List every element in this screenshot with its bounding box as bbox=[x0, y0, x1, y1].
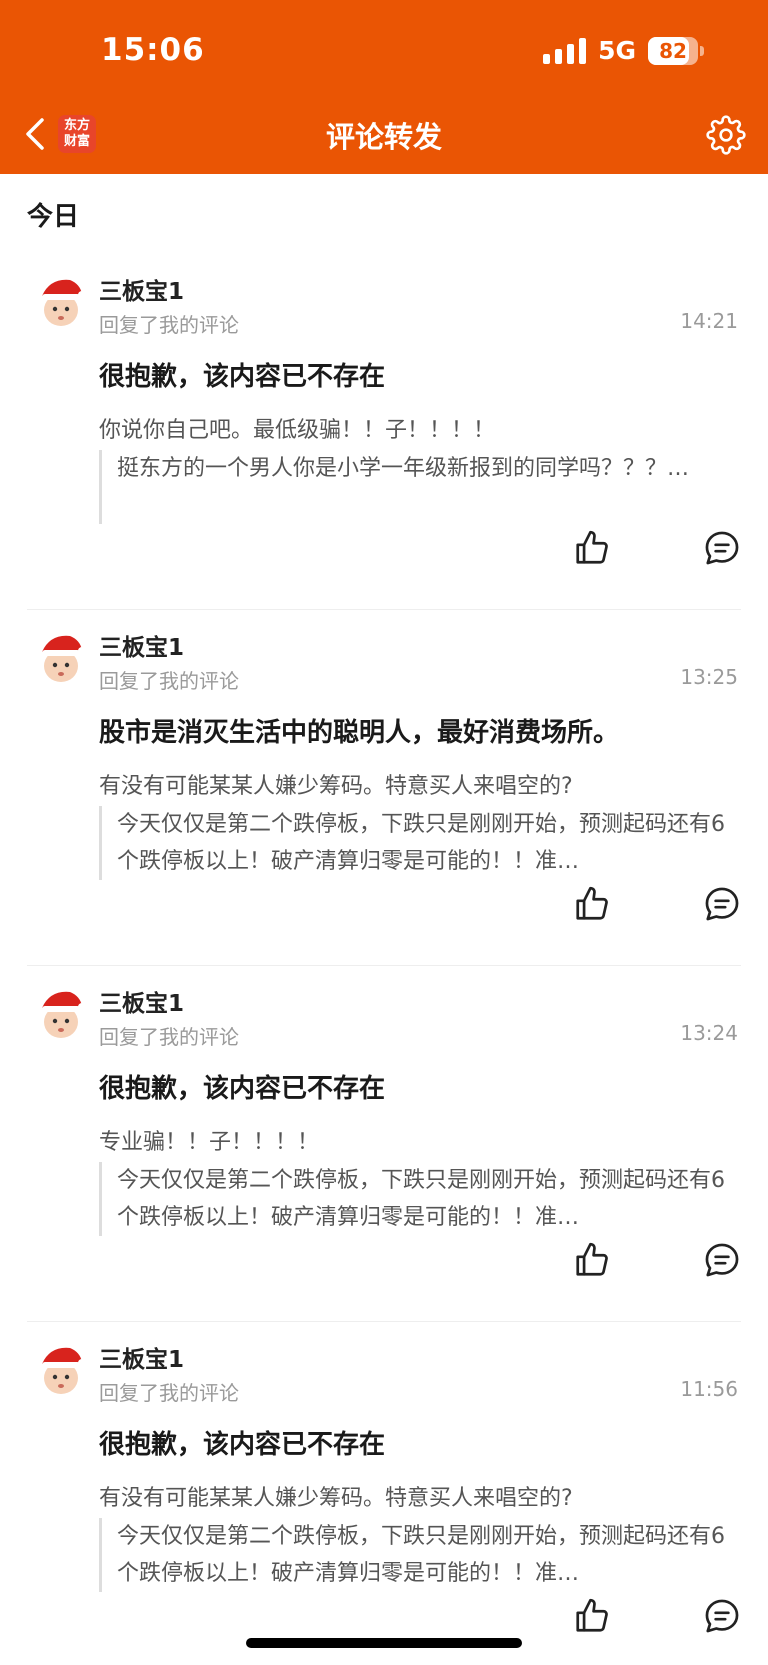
avatar[interactable] bbox=[36, 274, 86, 328]
timestamp: 11:56 bbox=[680, 1377, 738, 1401]
timestamp: 14:21 bbox=[680, 309, 738, 333]
section-title-today: 今日 bbox=[27, 202, 80, 232]
baby-santa-avatar-icon bbox=[42, 991, 86, 1038]
like-button[interactable] bbox=[573, 1597, 611, 1635]
action-text: 回复了我的评论 bbox=[99, 1025, 239, 1049]
status-indicators: 5G 82 bbox=[543, 36, 704, 65]
baby-santa-avatar-icon bbox=[42, 635, 86, 682]
original-comment[interactable]: 股市是消灭生活中的聪明人，最好消费场所。 bbox=[99, 712, 739, 749]
notification-item[interactable]: 三板宝1 回复了我的评论 11:56 很抱歉，该内容已不存在 有没有可能某某人嫌… bbox=[0, 1322, 768, 1665]
original-comment[interactable]: 很抱歉，该内容已不存在 bbox=[99, 1424, 739, 1461]
quoted-post-text: 今天仅仅是第二个跌停板，下跌只是刚刚开始，预测起码还有6个跌停板以上！破产清算归… bbox=[117, 812, 725, 874]
original-comment[interactable]: 很抱歉，该内容已不存在 bbox=[99, 1068, 739, 1105]
thumbs-up-icon bbox=[576, 1242, 608, 1276]
like-button[interactable] bbox=[573, 1241, 611, 1279]
battery-level: 82 bbox=[659, 38, 687, 63]
user-name[interactable]: 三板宝1 bbox=[99, 984, 184, 1018]
comment-bubble-icon bbox=[705, 1243, 739, 1277]
settings-button[interactable] bbox=[706, 115, 746, 155]
reply-text[interactable]: 有没有可能某某人嫌少筹码。特意买人来唱空的? bbox=[99, 768, 739, 800]
like-button[interactable] bbox=[573, 885, 611, 923]
reply-text[interactable]: 有没有可能某某人嫌少筹码。特意买人来唱空的? bbox=[99, 1480, 739, 1512]
quoted-post[interactable]: 挺东方的一个男人你是小学一年级新报到的同学吗？？？… bbox=[99, 450, 729, 524]
notification-item[interactable]: 三板宝1 回复了我的评论 13:24 很抱歉，该内容已不存在 专业骗！！子！！！… bbox=[0, 966, 768, 1322]
timestamp: 13:24 bbox=[680, 1021, 738, 1045]
notification-item[interactable]: 三板宝1 回复了我的评论 13:25 股市是消灭生活中的聪明人，最好消费场所。 … bbox=[0, 610, 768, 966]
home-indicator[interactable] bbox=[246, 1638, 522, 1648]
action-text: 回复了我的评论 bbox=[99, 313, 239, 337]
quoted-post-text: 挺东方的一个男人你是小学一年级新报到的同学吗？？？… bbox=[117, 456, 690, 481]
quoted-post[interactable]: 今天仅仅是第二个跌停板，下跌只是刚刚开始，预测起码还有6个跌停板以上！破产清算归… bbox=[99, 1518, 729, 1592]
reply-text[interactable]: 你说你自己吧。最低级骗！！子！！！！ bbox=[99, 412, 739, 444]
reply-text[interactable]: 专业骗！！子！！！！ bbox=[99, 1124, 739, 1156]
avatar[interactable] bbox=[36, 1342, 86, 1396]
page-title: 评论转发 bbox=[325, 120, 442, 154]
comment-button[interactable] bbox=[703, 529, 741, 567]
comment-button[interactable] bbox=[703, 885, 741, 923]
status-time: 15:06 bbox=[101, 32, 205, 68]
gear-icon bbox=[706, 115, 746, 155]
thumbs-up-icon bbox=[576, 530, 608, 564]
user-name[interactable]: 三板宝1 bbox=[99, 1340, 184, 1374]
thumbs-up-icon bbox=[576, 886, 608, 920]
thumbs-up-icon bbox=[576, 1598, 608, 1632]
network-type: 5G bbox=[598, 36, 636, 65]
quoted-post[interactable]: 今天仅仅是第二个跌停板，下跌只是刚刚开始，预测起码还有6个跌停板以上！破产清算归… bbox=[99, 806, 729, 880]
action-text: 回复了我的评论 bbox=[99, 669, 239, 693]
quoted-post-text: 今天仅仅是第二个跌停板，下跌只是刚刚开始，预测起码还有6个跌停板以上！破产清算归… bbox=[117, 1168, 725, 1230]
quoted-post[interactable]: 今天仅仅是第二个跌停板，下跌只是刚刚开始，预测起码还有6个跌停板以上！破产清算归… bbox=[99, 1162, 729, 1236]
top-bar: 15:06 5G 82 东方财富 评论转发 bbox=[0, 0, 768, 174]
notification-item[interactable]: 三板宝1 回复了我的评论 14:21 很抱歉，该内容已不存在 你说你自己吧。最低… bbox=[0, 254, 768, 610]
baby-santa-avatar-icon bbox=[42, 1347, 86, 1394]
baby-santa-avatar-icon bbox=[42, 279, 86, 326]
signal-icon bbox=[543, 37, 587, 64]
comment-button[interactable] bbox=[703, 1597, 741, 1635]
comment-bubble-icon bbox=[705, 531, 739, 565]
like-button[interactable] bbox=[573, 529, 611, 567]
timestamp: 13:25 bbox=[680, 665, 738, 689]
comment-button[interactable] bbox=[703, 1241, 741, 1279]
user-name[interactable]: 三板宝1 bbox=[99, 628, 184, 662]
quoted-post-text: 今天仅仅是第二个跌停板，下跌只是刚刚开始，预测起码还有6个跌停板以上！破产清算归… bbox=[117, 1524, 725, 1586]
action-text: 回复了我的评论 bbox=[99, 1381, 239, 1405]
comment-bubble-icon bbox=[705, 1599, 739, 1633]
battery-icon: 82 bbox=[648, 36, 704, 65]
avatar[interactable] bbox=[36, 630, 86, 684]
original-comment[interactable]: 很抱歉，该内容已不存在 bbox=[99, 356, 739, 393]
comment-bubble-icon bbox=[705, 887, 739, 921]
user-name[interactable]: 三板宝1 bbox=[99, 272, 184, 306]
avatar[interactable] bbox=[36, 986, 86, 1040]
battery-cap bbox=[700, 45, 704, 56]
